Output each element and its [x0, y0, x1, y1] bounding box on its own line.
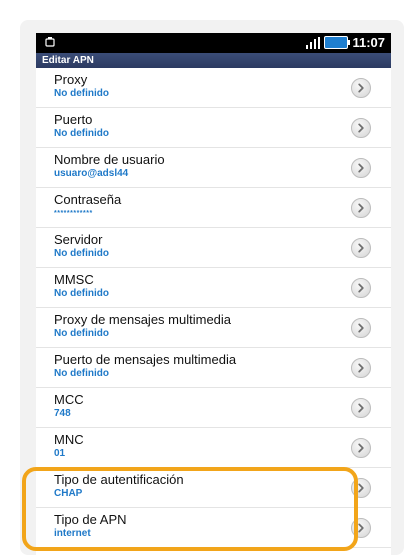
setting-label: Tipo de autentificación	[54, 472, 184, 487]
signal-icon	[306, 36, 321, 49]
setting-label: MMSC	[54, 272, 94, 287]
chevron-right-icon[interactable]	[351, 437, 371, 458]
setting-row-puerto[interactable]: Puerto No definido	[36, 108, 391, 148]
setting-row-nombre-de-usuario[interactable]: Nombre de usuario usuaro@adsl44	[36, 148, 391, 188]
setting-value: 748	[54, 408, 71, 419]
chevron-right-icon[interactable]	[351, 317, 371, 338]
page-title: Editar APN	[36, 53, 391, 68]
setting-row-contrasena[interactable]: Contraseña ************	[36, 188, 391, 228]
chevron-right-icon[interactable]	[351, 157, 371, 178]
setting-row-tipo-autentificacion[interactable]: Tipo de autentificación CHAP	[36, 468, 391, 508]
status-indicators: 11:07	[306, 35, 385, 50]
chevron-right-icon[interactable]	[351, 117, 371, 138]
setting-label: Contraseña	[54, 192, 122, 207]
setting-row-mnc[interactable]: MNC 01	[36, 428, 391, 468]
setting-value: No definido	[54, 328, 109, 339]
status-time: 11:07	[352, 35, 385, 50]
notification-icon	[45, 37, 55, 47]
setting-value: No definido	[54, 288, 109, 299]
setting-value: usuaro@adsl44	[54, 168, 129, 179]
setting-row-proxy-mms[interactable]: Proxy de mensajes multimedia No definido	[36, 308, 391, 348]
setting-value: 01	[54, 448, 66, 459]
chevron-right-icon[interactable]	[351, 357, 371, 378]
setting-label: Proxy de mensajes multimedia	[54, 312, 232, 327]
chevron-right-icon[interactable]	[351, 197, 371, 218]
chevron-right-icon[interactable]	[351, 397, 371, 418]
setting-row-tipo-apn[interactable]: Tipo de APN internet	[36, 508, 391, 548]
setting-value: internet	[54, 528, 91, 539]
setting-row-servidor[interactable]: Servidor No definido	[36, 228, 391, 268]
chevron-right-icon[interactable]	[351, 77, 371, 98]
setting-row-puerto-mms[interactable]: Puerto de mensajes multimedia No definid…	[36, 348, 391, 388]
setting-row-mcc[interactable]: MCC 748	[36, 388, 391, 428]
phone-screen: 11:07 Editar APN Proxy No definido Puert…	[36, 33, 391, 555]
setting-row-proxy[interactable]: Proxy No definido	[36, 68, 391, 108]
setting-label: Puerto de mensajes multimedia	[54, 352, 237, 367]
setting-value: No definido	[54, 248, 109, 259]
status-bar: 11:07	[36, 33, 391, 53]
chevron-right-icon[interactable]	[351, 237, 371, 258]
setting-label: Proxy	[54, 72, 88, 87]
chevron-right-icon[interactable]	[351, 477, 371, 498]
setting-label: MNC	[54, 432, 84, 447]
setting-label: Nombre de usuario	[54, 152, 165, 167]
setting-value: No definido	[54, 368, 109, 379]
setting-row-mmsc[interactable]: MMSC No definido	[36, 268, 391, 308]
setting-label: Puerto	[54, 112, 93, 127]
setting-label: Servidor	[54, 232, 103, 247]
battery-icon	[324, 36, 351, 49]
setting-value: ************	[54, 210, 93, 217]
chevron-right-icon[interactable]	[351, 517, 371, 538]
apn-settings-list: Proxy No definido Puerto No definido Nom…	[36, 68, 391, 548]
setting-label: Tipo de APN	[54, 512, 127, 527]
setting-label: MCC	[54, 392, 84, 407]
setting-value: No definido	[54, 128, 109, 139]
chevron-right-icon[interactable]	[351, 277, 371, 298]
setting-value: CHAP	[54, 488, 83, 499]
setting-value: No definido	[54, 88, 109, 99]
